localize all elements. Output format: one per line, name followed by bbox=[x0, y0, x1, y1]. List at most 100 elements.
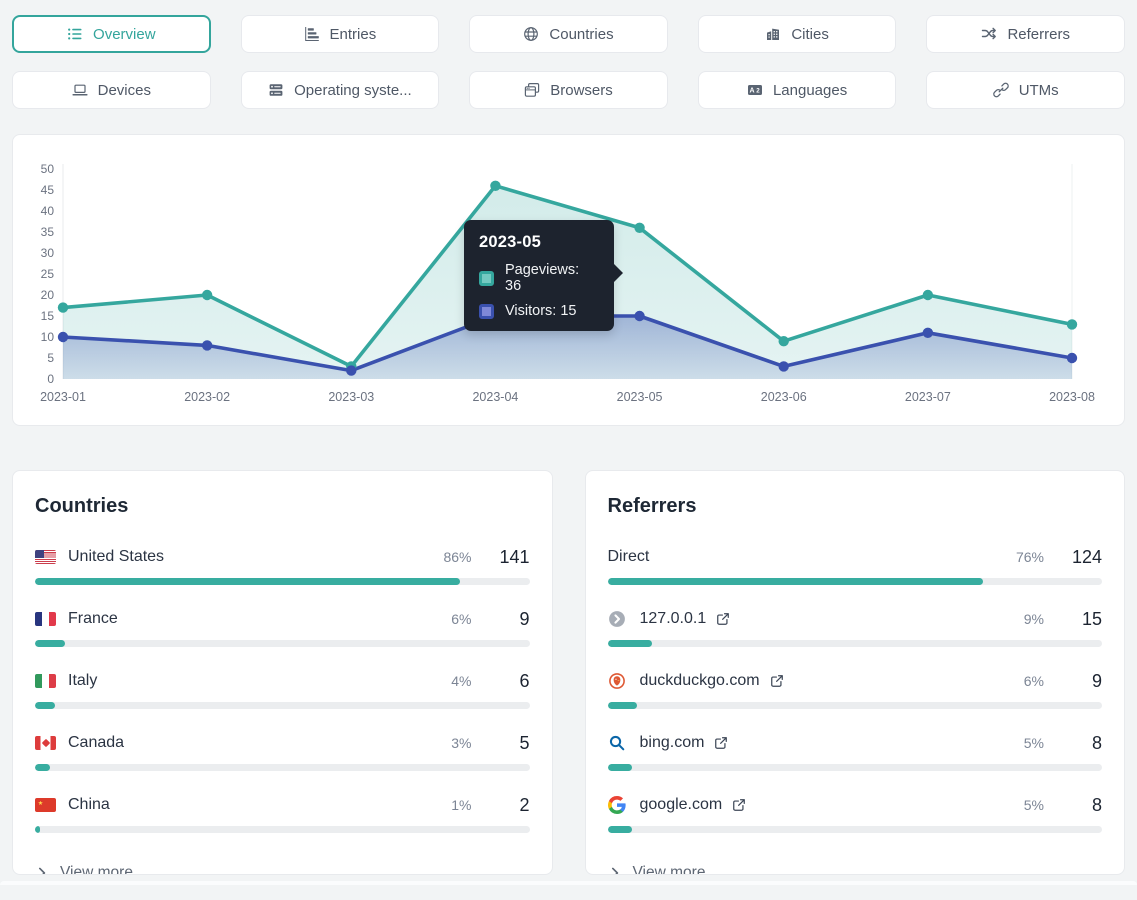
tab-utms[interactable]: UTMs bbox=[926, 71, 1125, 109]
country-row[interactable]: France6%9 bbox=[35, 606, 530, 647]
svg-text:35: 35 bbox=[41, 225, 55, 239]
svg-text:2023-07: 2023-07 bbox=[905, 390, 951, 404]
traffic-chart-card: 051015202530354045502023-012023-022023-0… bbox=[12, 134, 1125, 426]
tab-browsers[interactable]: Browsers bbox=[469, 71, 668, 109]
progress-bar bbox=[608, 702, 1103, 709]
flag-us-icon bbox=[35, 550, 56, 564]
nav-tabs: Overview Entries Countries Cities Referrers D… bbox=[12, 15, 1125, 109]
percent-value: 1% bbox=[451, 797, 471, 813]
svg-text:15: 15 bbox=[41, 309, 55, 323]
external-link-icon[interactable] bbox=[716, 612, 730, 626]
country-row[interactable]: Italy4%6 bbox=[35, 668, 530, 709]
svg-text:2023-06: 2023-06 bbox=[761, 390, 807, 404]
tab-devices[interactable]: Devices bbox=[12, 71, 211, 109]
referrer-label[interactable]: google.com bbox=[640, 796, 723, 814]
progress-bar bbox=[608, 764, 1103, 771]
tab-cities[interactable]: Cities bbox=[698, 15, 897, 53]
y-axis-labels: 05101520253035404550 bbox=[41, 162, 55, 386]
country-row[interactable]: China1%2 bbox=[35, 792, 530, 833]
tab-label: Cities bbox=[791, 26, 829, 43]
referrer-row[interactable]: 127.0.0.19%15 bbox=[608, 606, 1103, 647]
count-value: 124 bbox=[1066, 547, 1102, 568]
tab-overview[interactable]: Overview bbox=[12, 15, 211, 53]
tab-languages[interactable]: A2Languages bbox=[698, 71, 897, 109]
tab-os[interactable]: Operating syste... bbox=[241, 71, 440, 109]
link-icon bbox=[993, 82, 1009, 98]
external-link-icon[interactable] bbox=[714, 736, 728, 750]
progress-bar bbox=[35, 826, 530, 833]
percent-value: 76% bbox=[1016, 549, 1044, 565]
count-value: 6 bbox=[494, 671, 530, 692]
tab-label: UTMs bbox=[1019, 82, 1059, 99]
svg-text:40: 40 bbox=[41, 204, 55, 218]
svg-text:25: 25 bbox=[41, 267, 55, 281]
bar-steps-icon bbox=[304, 26, 320, 42]
duckduckgo-icon bbox=[608, 672, 628, 690]
progress-bar bbox=[608, 578, 1103, 585]
list-icon bbox=[67, 26, 83, 42]
countries-card-title: Countries bbox=[35, 495, 530, 518]
tooltip-title: 2023-05 bbox=[479, 233, 599, 252]
country-row[interactable]: Canada3%5 bbox=[35, 730, 530, 771]
tab-label: Devices bbox=[98, 82, 151, 99]
tooltip-item-text: Pageviews: 36 bbox=[505, 262, 599, 294]
progress-bar-fill bbox=[35, 702, 55, 709]
tab-label: Browsers bbox=[550, 82, 613, 99]
progress-bar-fill bbox=[35, 764, 50, 771]
count-value: 141 bbox=[494, 547, 530, 568]
progress-bar bbox=[35, 640, 530, 647]
referrer-row[interactable]: Direct 76% 124 bbox=[608, 544, 1103, 585]
tooltip-item-text: Visitors: 15 bbox=[505, 303, 576, 319]
breakdown-cards: Countries United States86%141France6%9It… bbox=[12, 470, 1125, 875]
progress-bar bbox=[608, 826, 1103, 833]
referrer-label[interactable]: duckduckgo.com bbox=[640, 672, 760, 690]
countries-view-more-button[interactable]: View more bbox=[35, 854, 530, 875]
percent-value: 4% bbox=[451, 673, 471, 689]
svg-text:A: A bbox=[749, 88, 754, 95]
hdd-stack-icon bbox=[268, 82, 284, 98]
tab-label: Countries bbox=[549, 26, 613, 43]
percent-value: 3% bbox=[451, 735, 471, 751]
progress-bar bbox=[608, 640, 1103, 647]
flag-fr-icon bbox=[35, 612, 56, 626]
count-value: 9 bbox=[494, 609, 530, 630]
percent-value: 5% bbox=[1024, 735, 1044, 751]
svg-text:50: 50 bbox=[41, 162, 55, 176]
svg-text:5: 5 bbox=[47, 351, 54, 365]
series-color-chip bbox=[479, 271, 494, 286]
country-row[interactable]: United States86%141 bbox=[35, 544, 530, 585]
referrers-card: Referrers Direct 76% 124 127.0.0.19%15 duckd… bbox=[585, 470, 1126, 875]
referrer-label: Direct bbox=[608, 548, 650, 566]
referrer-row[interactable]: duckduckgo.com6%9 bbox=[608, 668, 1103, 709]
chart-tooltip: 2023-05 Pageviews: 36 Visitors: 15 bbox=[464, 220, 614, 331]
translate-icon: A2 bbox=[747, 82, 763, 98]
globe-icon bbox=[523, 26, 539, 42]
tooltip-item: Pageviews: 36 bbox=[479, 262, 599, 294]
referrers-view-more-button[interactable]: View more bbox=[608, 854, 1103, 875]
svg-text:30: 30 bbox=[41, 246, 55, 260]
country-label: China bbox=[68, 796, 110, 814]
view-more-label: View more bbox=[60, 864, 133, 875]
referrer-label[interactable]: 127.0.0.1 bbox=[640, 610, 707, 628]
referrers-card-title: Referrers bbox=[608, 495, 1103, 518]
referrer-label[interactable]: bing.com bbox=[640, 734, 705, 752]
tab-referrers[interactable]: Referrers bbox=[926, 15, 1125, 53]
external-link-icon[interactable] bbox=[770, 674, 784, 688]
progress-bar-fill bbox=[35, 826, 40, 833]
countries-card: Countries United States86%141France6%9It… bbox=[12, 470, 553, 875]
tab-entries[interactable]: Entries bbox=[241, 15, 440, 53]
series-color-chip bbox=[479, 304, 494, 319]
arrow-circle-icon bbox=[608, 610, 628, 628]
svg-text:2023-05: 2023-05 bbox=[617, 390, 663, 404]
tab-countries[interactable]: Countries bbox=[469, 15, 668, 53]
svg-text:10: 10 bbox=[41, 330, 55, 344]
buildings-icon bbox=[765, 26, 781, 42]
progress-bar bbox=[35, 578, 530, 585]
external-link-icon[interactable] bbox=[732, 798, 746, 812]
percent-value: 6% bbox=[451, 611, 471, 627]
progress-bar-fill bbox=[608, 640, 653, 647]
count-value: 15 bbox=[1066, 609, 1102, 630]
progress-bar-fill bbox=[608, 826, 633, 833]
referrer-row[interactable]: bing.com5%8 bbox=[608, 730, 1103, 771]
referrer-row[interactable]: google.com5%8 bbox=[608, 792, 1103, 833]
